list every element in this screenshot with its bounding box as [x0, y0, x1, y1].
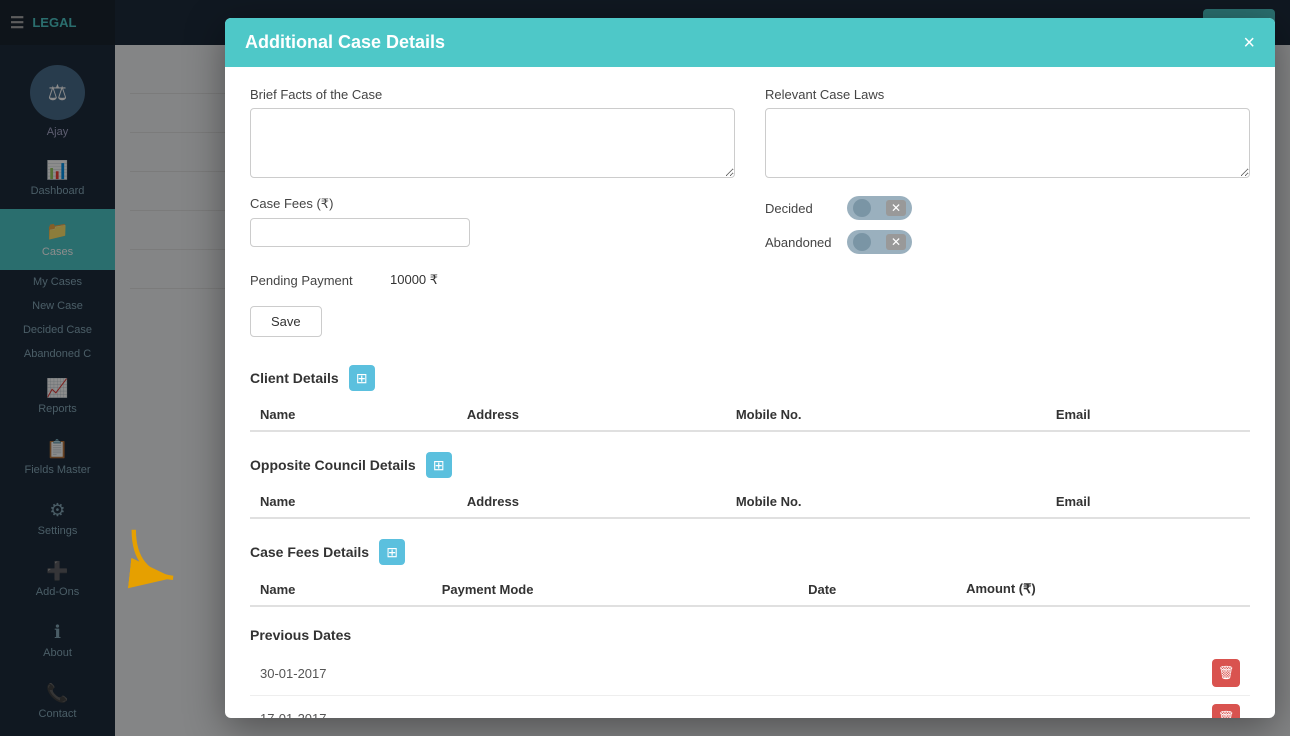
relevant-laws-label: Relevant Case Laws [765, 87, 1250, 102]
case-fees-table: Name Payment Mode Date Amount (₹) [250, 573, 1250, 607]
client-col-mobile: Mobile No. [726, 399, 1046, 431]
abandoned-toggle-item: Abandoned ✕ [765, 230, 1250, 254]
decided-toggle[interactable]: ✕ [847, 196, 912, 220]
case-fees-group: Case Fees (₹) 10000 [250, 196, 735, 247]
previous-dates-title: Previous Dates [250, 627, 1250, 643]
pending-payment-label: Pending Payment [250, 273, 380, 288]
modal-title: Additional Case Details [245, 32, 445, 53]
relevant-laws-group: Relevant Case Laws [765, 87, 1250, 178]
previous-date-row: 17-01-2017 🗑 [250, 696, 1250, 718]
case-fees-details-title: Case Fees Details [250, 544, 369, 560]
add-client-button[interactable]: ⊞ [349, 365, 375, 391]
decided-knob [853, 199, 871, 217]
abandoned-knob [853, 233, 871, 251]
council-col-email: Email [1046, 486, 1250, 518]
fees-col-payment-mode: Payment Mode [432, 573, 798, 606]
client-details-table: Name Address Mobile No. Email [250, 399, 1250, 432]
client-details-header: Client Details ⊞ [250, 365, 1250, 391]
save-button[interactable]: Save [250, 306, 322, 337]
previous-date-text: 17-01-2017 [260, 711, 327, 719]
case-fees-details-header: Case Fees Details ⊞ [250, 539, 1250, 565]
council-col-name: Name [250, 486, 457, 518]
council-col-mobile: Mobile No. [726, 486, 1046, 518]
opposite-council-title: Opposite Council Details [250, 457, 416, 473]
abandoned-label: Abandoned [765, 235, 835, 250]
decided-toggle-x[interactable]: ✕ [886, 200, 906, 216]
council-col-address: Address [457, 486, 726, 518]
case-fees-input[interactable]: 10000 [250, 218, 470, 247]
delete-date-button[interactable]: 🗑 [1212, 704, 1240, 718]
pending-payment-row: Pending Payment 10000 ₹ [250, 272, 1250, 288]
client-details-title: Client Details [250, 370, 339, 386]
delete-date-button[interactable]: 🗑 [1212, 659, 1240, 687]
opposite-council-table: Name Address Mobile No. Email [250, 486, 1250, 519]
decided-label: Decided [765, 201, 835, 216]
client-col-email: Email [1046, 399, 1250, 431]
decided-toggle-item: Decided ✕ [765, 196, 1250, 220]
opposite-council-header: Opposite Council Details ⊞ [250, 452, 1250, 478]
previous-date-row: 30-01-2017 🗑 [250, 651, 1250, 696]
abandoned-toggle-x[interactable]: ✕ [886, 234, 906, 250]
arrow-indicator [125, 521, 195, 591]
arrow-svg [125, 521, 195, 591]
previous-date-text: 30-01-2017 [260, 666, 327, 681]
relevant-laws-input[interactable] [765, 108, 1250, 178]
add-fees-button[interactable]: ⊞ [379, 539, 405, 565]
toggle-group: Decided ✕ Abandoned ✕ [765, 196, 1250, 254]
brief-facts-input[interactable] [250, 108, 735, 178]
modal-body: Brief Facts of the Case Relevant Case La… [225, 67, 1275, 718]
add-fees-icon: ⊞ [386, 544, 398, 561]
client-col-name: Name [250, 399, 457, 431]
add-council-button[interactable]: ⊞ [426, 452, 452, 478]
brief-facts-group: Brief Facts of the Case [250, 87, 735, 178]
fees-col-name: Name [250, 573, 432, 606]
add-client-icon: ⊞ [356, 370, 368, 387]
case-fees-label: Case Fees (₹) [250, 196, 735, 212]
form-row-fees: Case Fees (₹) 10000 Decided ✕ Abandoned … [250, 196, 1250, 254]
modal-close-button[interactable]: × [1243, 33, 1255, 53]
modal-header: Additional Case Details × [225, 18, 1275, 67]
client-col-address: Address [457, 399, 726, 431]
fees-col-amount: Amount (₹) [956, 573, 1250, 606]
fees-col-date: Date [798, 573, 956, 606]
additional-case-details-modal: Additional Case Details × Brief Facts of… [225, 18, 1275, 718]
abandoned-toggle[interactable]: ✕ [847, 230, 912, 254]
previous-dates-list: 30-01-2017 🗑 17-01-2017 🗑 [250, 651, 1250, 718]
brief-facts-label: Brief Facts of the Case [250, 87, 735, 102]
add-council-icon: ⊞ [433, 457, 445, 474]
pending-payment-value: 10000 ₹ [390, 272, 438, 288]
form-row-facts: Brief Facts of the Case Relevant Case La… [250, 87, 1250, 178]
